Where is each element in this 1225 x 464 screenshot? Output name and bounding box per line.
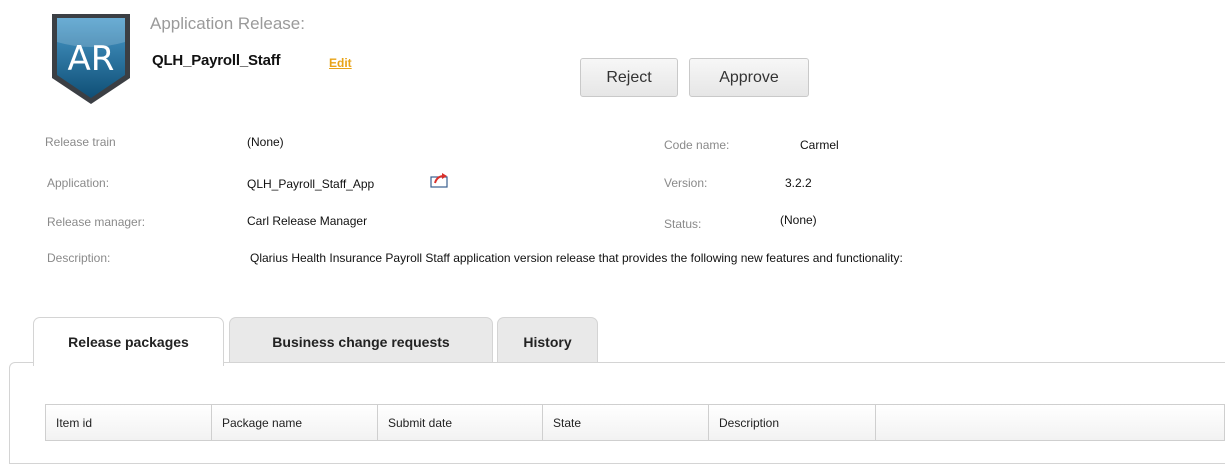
release-train-label: Release train	[45, 135, 116, 149]
tab-label: Business change requests	[272, 333, 450, 350]
page-subtitle: Application Release:	[150, 14, 305, 33]
code-name-label: Code name:	[664, 138, 730, 152]
share-icon[interactable]	[430, 172, 450, 188]
column-header-package-name[interactable]: Package name	[212, 405, 378, 441]
tab-label: Release packages	[68, 334, 189, 350]
svg-text:AR: AR	[68, 39, 115, 79]
description-label: Description:	[47, 251, 111, 265]
status-value: (None)	[780, 213, 817, 227]
tab-history[interactable]: History	[497, 317, 598, 365]
column-header-submit-date[interactable]: Submit date	[378, 405, 543, 441]
approve-button[interactable]: Approve	[689, 58, 809, 97]
edit-link[interactable]: Edit	[329, 56, 352, 70]
tab-business-change-requests[interactable]: Business change requests	[229, 317, 493, 365]
status-label: Status:	[664, 217, 702, 231]
release-manager-label: Release manager:	[47, 215, 146, 229]
code-name-value: Carmel	[800, 138, 839, 152]
version-label: Version:	[664, 176, 708, 190]
version-value: 3.2.2	[785, 176, 812, 190]
application-label: Application:	[47, 176, 110, 190]
application-release-logo: AR	[50, 12, 132, 106]
release-manager-value: Carl Release Manager	[247, 214, 368, 228]
release-packages-table-header: Item id Package name Submit date State D…	[45, 404, 1225, 441]
column-header-item-id[interactable]: Item id	[46, 405, 212, 441]
column-header-filler	[876, 405, 1225, 441]
release-train-value: (None)	[247, 135, 284, 149]
column-header-description[interactable]: Description	[709, 405, 876, 441]
reject-button[interactable]: Reject	[580, 58, 678, 97]
tab-label: History	[523, 333, 572, 350]
description-value: Qlarius Health Insurance Payroll Staff a…	[250, 251, 903, 265]
column-header-state[interactable]: State	[543, 405, 709, 441]
application-value: QLH_Payroll_Staff_App	[247, 177, 375, 191]
release-name: QLH_Payroll_Staff	[152, 52, 281, 69]
tab-release-packages[interactable]: Release packages	[33, 317, 224, 366]
